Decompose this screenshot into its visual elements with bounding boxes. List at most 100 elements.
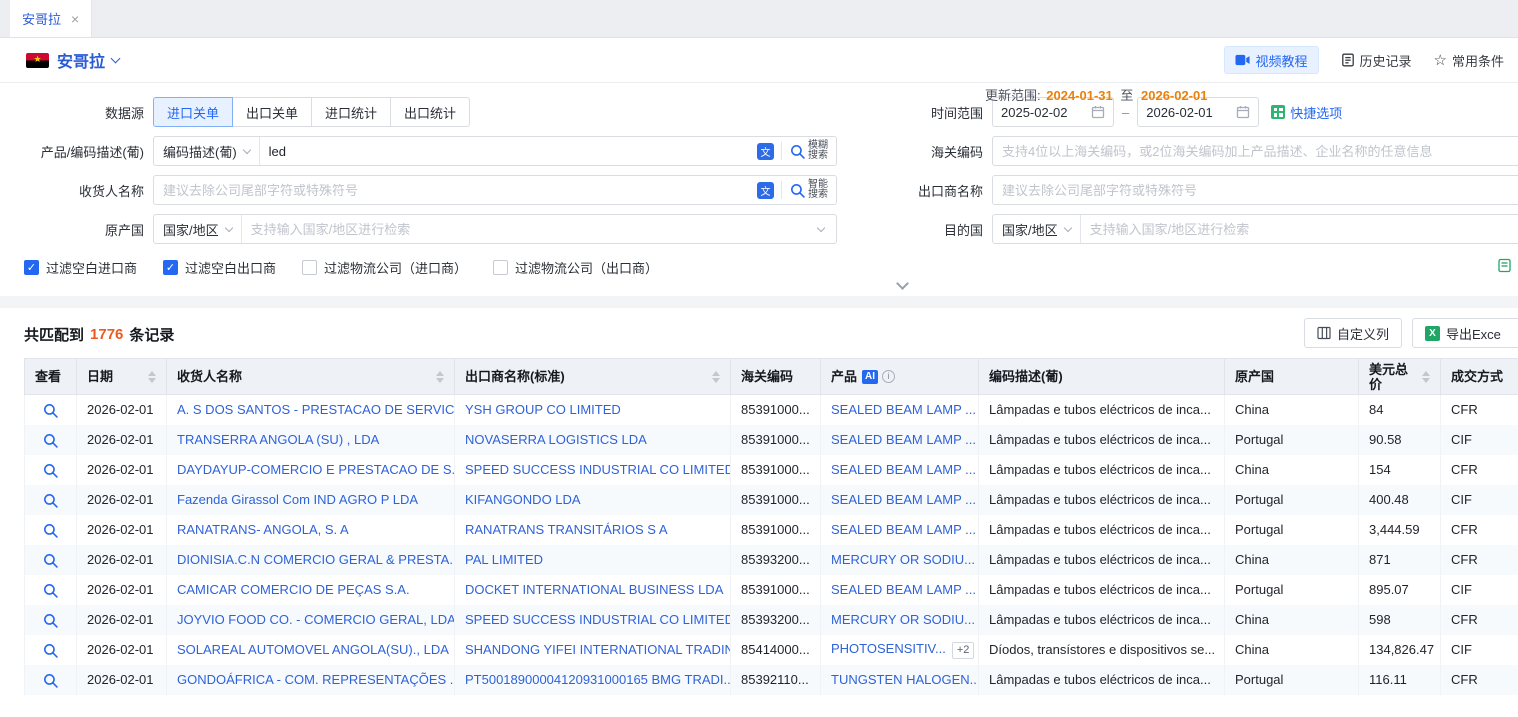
checkbox-checked-icon[interactable]: ✓ — [163, 260, 178, 275]
custom-columns-button[interactable]: 自定义列 — [1304, 318, 1402, 348]
cell-exporter-link[interactable]: KIFANGONDO LDA — [465, 492, 581, 507]
cell-consignee-link[interactable]: TRANSERRA ANGOLA (SU) , LDA — [177, 432, 379, 447]
update-range-end: 2026-02-01 — [1141, 88, 1208, 103]
view-detail-icon[interactable] — [43, 523, 58, 538]
column-header-label: 收货人名称 — [177, 369, 242, 384]
cell-exporter-link[interactable]: SHANDONG YIFEI INTERNATIONAL TRADIN... — [465, 642, 731, 657]
cell-product-link[interactable]: MERCURY OR SODIU... — [831, 612, 975, 627]
cell-consignee-link[interactable]: CAMICAR COMERCIO DE PEÇAS S.A. — [177, 582, 410, 597]
view-detail-icon[interactable] — [43, 553, 58, 568]
filter-checkbox-2[interactable]: 过滤物流公司（进口商） — [302, 258, 467, 277]
cell-consignee-link[interactable]: DIONISIA.C.N COMERCIO GERAL & PRESTA... — [177, 552, 455, 567]
view-detail-icon[interactable] — [43, 643, 58, 658]
cell-product-link[interactable]: SEALED BEAM LAMP ... — [831, 432, 976, 447]
history-button[interactable]: 历史记录 — [1341, 51, 1412, 70]
cell-consignee-link[interactable]: A. S DOS SANTOS - PRESTACAO DE SERVIC... — [177, 402, 455, 417]
info-icon[interactable]: i — [882, 370, 895, 383]
collapse-filters-button[interactable] — [896, 277, 909, 290]
sort-icon[interactable] — [430, 371, 444, 383]
end-date-value[interactable] — [1146, 105, 1236, 120]
destination-country-input[interactable] — [1081, 222, 1518, 237]
destination-country-group: 国家/地区 — [992, 214, 1518, 244]
cell-exporter-link[interactable]: SPEED SUCCESS INDUSTRIAL CO LIMITED — [465, 462, 731, 477]
cell-product-link[interactable]: SEALED BEAM LAMP ... — [831, 522, 976, 537]
filter-checkbox-1[interactable]: ✓过滤空白出口商 — [163, 258, 276, 277]
data-source-tab-1[interactable]: 出口关单 — [232, 97, 312, 127]
exporter-input[interactable] — [992, 175, 1518, 205]
quick-options-link[interactable]: 快捷选项 — [1271, 103, 1342, 122]
checkbox-unchecked-icon[interactable] — [302, 260, 317, 275]
favorites-button[interactable]: ☆ 常用条件 — [1434, 51, 1504, 70]
filter-checkbox-3[interactable]: 过滤物流公司（出口商） — [493, 258, 658, 277]
destination-country-select[interactable]: 国家/地区 — [993, 215, 1081, 243]
chevron-down-icon[interactable] — [817, 224, 825, 232]
column-header[interactable]: 出口商名称(标准) — [455, 359, 731, 395]
cell-exporter-link[interactable]: DOCKET INTERNATIONAL BUSINESS LDA — [465, 582, 723, 597]
product-keyword-input[interactable] — [260, 144, 757, 159]
cell-exporter-link[interactable]: YSH GROUP CO LIMITED — [465, 402, 621, 417]
checkbox-checked-icon[interactable]: ✓ — [24, 260, 39, 275]
column-header[interactable]: 收货人名称 — [167, 359, 455, 395]
translate-icon[interactable]: 文 — [757, 143, 774, 160]
cell-consignee-link[interactable]: RANATRANS- ANGOLA, S. A — [177, 522, 349, 537]
filter-checkbox-0[interactable]: ✓过滤空白进口商 — [24, 258, 137, 277]
cell-product-link[interactable]: SEALED BEAM LAMP ... — [831, 492, 976, 507]
export-excel-button[interactable]: X 导出Exce — [1412, 318, 1518, 348]
column-header: 编码描述(葡) — [979, 359, 1225, 395]
cell-exporter-link[interactable]: NOVASERRA LOGISTICS LDA — [465, 432, 647, 447]
cell-product-link[interactable]: MERCURY OR SODIU... — [831, 552, 975, 567]
hs-code-input[interactable] — [992, 136, 1518, 166]
smart-search-button[interactable]: 智能 搜索 — [782, 180, 836, 200]
sort-icon[interactable] — [142, 371, 156, 383]
cell-product-link[interactable]: PHOTOSENSITIV... — [831, 641, 946, 656]
consignee-input[interactable] — [154, 183, 757, 198]
data-source-tab-0[interactable]: 进口关单 — [153, 97, 233, 127]
view-detail-icon[interactable] — [43, 403, 58, 418]
country-chevron-down-icon[interactable] — [111, 53, 121, 63]
tab-angola[interactable]: 安哥拉 × — [10, 0, 92, 37]
fuzzy-search-button[interactable]: 模糊 搜索 — [782, 141, 836, 161]
cell-product-link[interactable]: SEALED BEAM LAMP ... — [831, 462, 976, 477]
product-field-select[interactable]: 编码描述(葡) — [154, 137, 260, 165]
sort-icon[interactable] — [706, 371, 720, 383]
product-more-badge[interactable]: +2 — [952, 642, 975, 659]
filter-row-3: 收货人名称 文 智能 搜索 出口商名称 — [24, 175, 1518, 205]
data-source-tab-2[interactable]: 进口统计 — [311, 97, 391, 127]
cell-consignee-link[interactable]: GONDOÁFRICA - COM. REPRESENTAÇÕES ... — [177, 672, 455, 687]
tab-close-icon[interactable]: × — [71, 11, 79, 27]
view-detail-icon[interactable] — [43, 613, 58, 628]
view-detail-icon[interactable] — [43, 493, 58, 508]
view-detail-icon[interactable] — [43, 673, 58, 688]
cell-exporter-link[interactable]: PAL LIMITED — [465, 552, 543, 567]
table-row: 2026-02-01RANATRANS- ANGOLA, S. ARANATRA… — [25, 515, 1518, 545]
cell-product-link[interactable]: SEALED BEAM LAMP ... — [831, 402, 976, 417]
cell-consignee-link[interactable]: DAYDAYUP-COMERCIO E PRESTACAO DE S... — [177, 462, 455, 477]
excel-icon: X — [1425, 326, 1440, 341]
cell-consignee-link[interactable]: JOYVIO FOOD CO. - COMERCIO GERAL, LDA — [177, 612, 455, 627]
cell-product-link[interactable]: SEALED BEAM LAMP ... — [831, 582, 976, 597]
cell-hs-code: 85414000... — [741, 642, 810, 657]
translate-icon[interactable]: 文 — [757, 182, 774, 199]
column-header[interactable]: 日期 — [77, 359, 167, 395]
data-source-tab-3[interactable]: 出口统计 — [390, 97, 470, 127]
cell-exporter-link[interactable]: SPEED SUCCESS INDUSTRIAL CO LIMITED — [465, 612, 731, 627]
view-detail-icon[interactable] — [43, 583, 58, 598]
origin-country-input[interactable] — [242, 222, 818, 237]
view-detail-icon[interactable] — [43, 463, 58, 478]
origin-country-select[interactable]: 国家/地区 — [154, 215, 242, 243]
start-date-value[interactable] — [1001, 105, 1091, 120]
saved-conditions-icon[interactable] — [1497, 258, 1512, 276]
cell-exporter-link[interactable]: RANATRANS TRANSITÁRIOS S A — [465, 522, 668, 537]
cell-date: 2026-02-01 — [87, 672, 154, 687]
sort-icon[interactable] — [1416, 371, 1430, 383]
video-tutorial-button[interactable]: 视频教程 — [1224, 46, 1319, 74]
cell-consignee-link[interactable]: SOLAREAL AUTOMOVEL ANGOLA(SU)., LDA — [177, 642, 449, 657]
cell-consignee-link[interactable]: Fazenda Girassol Com IND AGRO P LDA — [177, 492, 418, 507]
checkbox-unchecked-icon[interactable] — [493, 260, 508, 275]
cell-product-link[interactable]: TUNGSTEN HALOGEN... — [831, 672, 979, 687]
column-header[interactable]: 美元总价 — [1359, 359, 1441, 395]
cell-exporter-link[interactable]: PT50018900004120931000165 BMG TRADI... — [465, 672, 731, 687]
view-detail-icon[interactable] — [43, 433, 58, 448]
product-field-select-value: 编码描述(葡) — [163, 142, 237, 161]
quick-options-label[interactable]: 快捷选项 — [1290, 103, 1342, 122]
